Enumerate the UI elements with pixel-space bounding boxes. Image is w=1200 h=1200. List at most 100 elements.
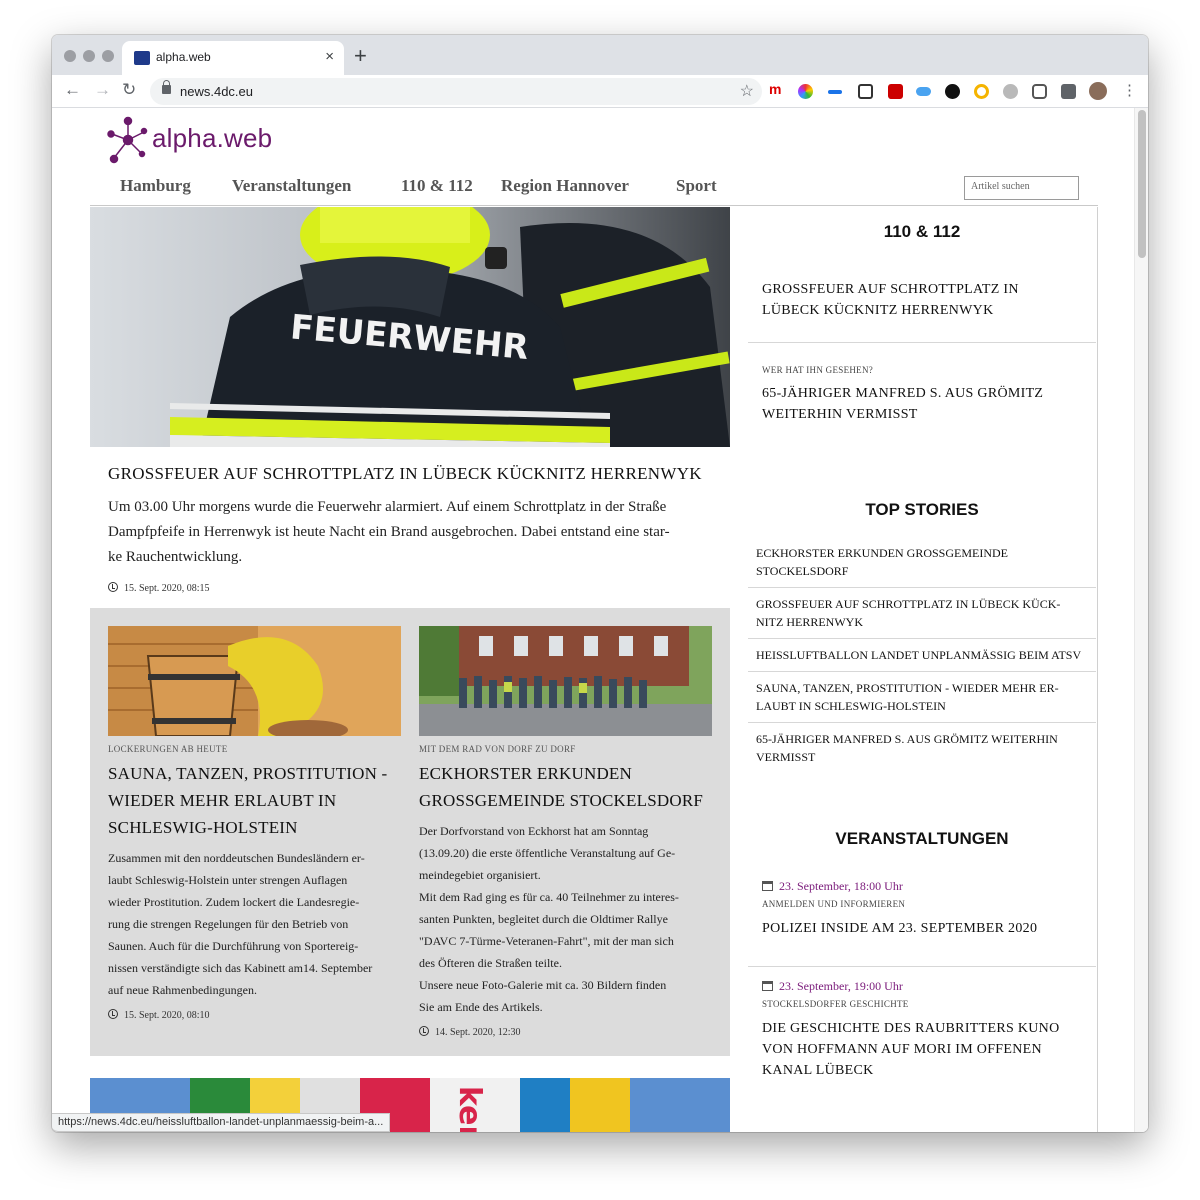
teaser-date-text: 15. Sept. 2020, 08:10 [124,1010,210,1021]
clock-icon [419,1026,429,1036]
hero-article-date: 15. Sept. 2020, 08:15 [108,576,718,601]
top-story-item[interactable]: HEISSLUFTBALLON LANDET UNPLANMÄSSIG BEIM… [748,639,1096,672]
top-story-line: LAUBT IN SCHLESWIG-HOLSTEIN [756,699,946,713]
lock-icon [162,80,171,94]
hero-article-teaser: Um 03.00 Uhr morgens wurde die Feuerwehr… [108,495,718,601]
teaser-kicker: LOCKERUNGEN AB HEUTE [108,744,228,754]
tab-alpha-web[interactable]: alpha.web × [122,41,344,75]
teaser-date-text: 14. Sept. 2020, 12:30 [435,1027,521,1038]
teaser-image-sauna[interactable] [108,626,401,736]
top-story-item[interactable]: ECKHORSTER ERKUNDEN GROSSGEMEINDE STOCKE… [748,537,1096,588]
extension-sync-icon[interactable] [828,90,842,94]
profile-avatar[interactable] [1089,82,1107,100]
tab-strip: alpha.web × + [52,35,1148,75]
site-container: alpha.web Hamburg Veranstaltungen 110 & … [90,108,1098,1132]
teaser-title[interactable]: ECKHORSTER ERKUNDEN GROSSGEMEINDE STOCKE… [419,760,712,814]
page-scrollbar[interactable] [1134,108,1148,1132]
top-story-item[interactable]: GROSSFEUER AUF SCHROTTPLATZ IN LÜBECK KÜ… [748,588,1096,639]
back-arrow-icon[interactable]: ← [64,80,81,100]
scrollbar-thumb[interactable] [1138,110,1146,258]
hero-photo: FEUERWEHR [90,207,730,447]
article-search-input[interactable]: Artikel suchen [964,176,1079,200]
extensions-puzzle-icon[interactable] [1061,84,1076,99]
sidebar-heading-veranstaltungen: VERANSTALTUNGEN [835,829,1009,848]
close-window-button[interactable] [64,50,76,62]
sidebar-article-grossfeuer[interactable]: GROSSFEUER AUF SCHROTTPLATZ IN LÜBECK KÜ… [748,277,1096,343]
sidebar-heading-top-stories: TOP STORIES [865,500,979,519]
top-story-line: NITZ HERRENWYK [756,615,863,629]
event-title-line: DIE GESCHICHTE DES RAUBRITTERS KUNO [762,1021,1060,1036]
nav-item-110-112[interactable]: 110 & 112 [401,176,473,196]
tab-title: alpha.web [156,50,211,64]
teaser-text-line: Der Dorfvorstand von Eckhorst hat am Son… [419,824,649,838]
sidebar-title-line: 65-JÄHRIGER MANFRED S. AUS GRÖMITZ [762,386,1044,401]
tab-close-icon[interactable]: × [325,48,334,65]
teaser-title-line: GROSSGEMEINDE STOCKELSDORF [419,791,704,810]
top-story-line: HEISSLUFTBALLON LANDET UNPLANMÄSSIG BEIM… [756,648,1082,662]
teaser-text-line: laubt Schleswig-Holstein unter strengen … [108,873,348,887]
sidebar-kicker: WER HAT IHN GESEHEN? [762,365,874,375]
address-bar[interactable]: news.4dc.eu ☆ [150,78,762,105]
teaser-text-line: meindegebiet organisiert. [419,868,541,882]
extension-cloud-icon[interactable] [916,87,931,96]
teaser-sauna: LOCKERUNGEN AB HEUTE SAUNA, TANZEN, PROS… [108,626,401,1021]
forward-arrow-icon[interactable]: → [94,80,111,100]
reload-icon[interactable]: ↻ [122,80,136,100]
extension-pdf-icon[interactable] [888,84,903,99]
top-story-line: SAUNA, TANZEN, PROSTITUTION - WIEDER MEH… [756,681,1059,695]
calendar-icon [762,981,773,991]
nav-item-region-hannover[interactable]: Region Hannover [501,176,629,196]
browser-window: alpha.web × + ← → ↻ news.4dc.eu ☆ m ⋮ al… [52,35,1148,1132]
browser-menu-icon[interactable]: ⋮ [1122,81,1137,99]
teaser-title-line: SCHLESWIG-HOLSTEIN [108,818,298,837]
top-story-line: STOCKELSDORF [756,564,849,578]
top-story-item[interactable]: 65-JÄHRIGER MANFRED S. AUS GRÖMITZ WEITE… [748,723,1096,773]
bookmark-star-icon[interactable]: ☆ [740,81,754,101]
extension-c-icon[interactable] [1003,84,1018,99]
nav-item-veranstaltungen[interactable]: Veranstaltungen [232,176,351,196]
hero-article-title[interactable]: GROSSFEUER AUF SCHROTTPLATZ IN LÜBECK KÜ… [108,464,718,484]
teaser-eckhorst: MIT DEM RAD VON DORF ZU DORF ECKHORSTER … [419,626,712,1038]
nav-item-hamburg[interactable]: Hamburg [120,176,191,196]
event-title: DIE GESCHICHTE DES RAUBRITTERS KUNO VON … [762,1018,1082,1081]
extension-color-icon[interactable] [798,84,813,99]
hero-text-line: ke Rauchentwicklung. [108,549,243,565]
site-logo-text[interactable]: alpha.web [152,123,272,154]
page-viewport: alpha.web Hamburg Veranstaltungen 110 & … [52,108,1148,1132]
teaser-title-line: ECKHORSTER ERKUNDEN [419,764,632,783]
browser-toolbar: ← → ↻ news.4dc.eu ☆ m ⋮ [52,75,1148,108]
extension-screenshot-icon[interactable] [858,84,873,99]
url-text: news.4dc.eu [180,84,253,99]
event-date: 23. September, 19:00 Uhr [762,979,1082,994]
teaser-image-group[interactable] [419,626,712,736]
zoom-window-button[interactable] [102,50,114,62]
hero-image-firefighter[interactable]: FEUERWEHR [90,207,730,447]
event-kicker: STOCKELSDORFER GESCHICHTE [762,999,909,1009]
teaser-text-line: Zusammen mit den norddeutschen Bundeslän… [108,851,365,865]
teaser-title[interactable]: SAUNA, TANZEN, PROSTITUTION - WIEDER MEH… [108,760,401,841]
event-item-polizei[interactable]: 23. September, 18:00 Uhr ANMELDEN UND IN… [748,879,1096,967]
teaser-title-line: WIEDER MEHR ERLAUBT IN [108,791,337,810]
clock-icon [108,1009,118,1019]
top-story-item[interactable]: SAUNA, TANZEN, PROSTITUTION - WIEDER MEH… [748,672,1096,723]
event-title: POLIZEI INSIDE AM 23. SEPTEMBER 2020 [762,918,1082,939]
teaser-text-line: Unsere neue Foto-Galerie mit ca. 30 Bild… [419,978,667,992]
extension-timer-icon[interactable] [974,84,989,99]
sidebar-article-vermisst[interactable]: WER HAT IHN GESEHEN? 65-JÄHRIGER MANFRED… [748,357,1096,443]
sidebar-article-title: GROSSFEUER AUF SCHROTTPLATZ IN LÜBECK KÜ… [762,279,1082,321]
new-tab-button[interactable]: + [354,43,367,69]
event-item-raubritter[interactable]: 23. September, 19:00 Uhr STOCKELSDORFER … [748,979,1096,1089]
teaser-title-line: SAUNA, TANZEN, PROSTITUTION - [108,764,388,783]
teaser-text-line: (13.09.20) die erste öffentliche Veranst… [419,846,676,860]
sidebar: 110 & 112 GROSSFEUER AUF SCHROTTPLATZ IN… [748,207,1098,1132]
sidebar-title-line: GROSSFEUER AUF SCHROTTPLATZ IN [762,282,1019,297]
teaser-text-line: santen Punkten, begleitet durch die Oldt… [419,912,668,926]
logo-molecule-icon[interactable] [106,114,150,168]
top-stories-list: ECKHORSTER ERKUNDEN GROSSGEMEINDE STOCKE… [748,537,1096,773]
extension-m-icon[interactable]: m [769,81,784,97]
nav-item-sport[interactable]: Sport [676,176,717,196]
top-story-line: 65-JÄHRIGER MANFRED S. AUS GRÖMITZ WEITE… [756,732,1058,746]
extension-shield-icon[interactable] [1032,84,1047,99]
minimize-window-button[interactable] [83,50,95,62]
extension-dark-icon[interactable] [945,84,960,99]
